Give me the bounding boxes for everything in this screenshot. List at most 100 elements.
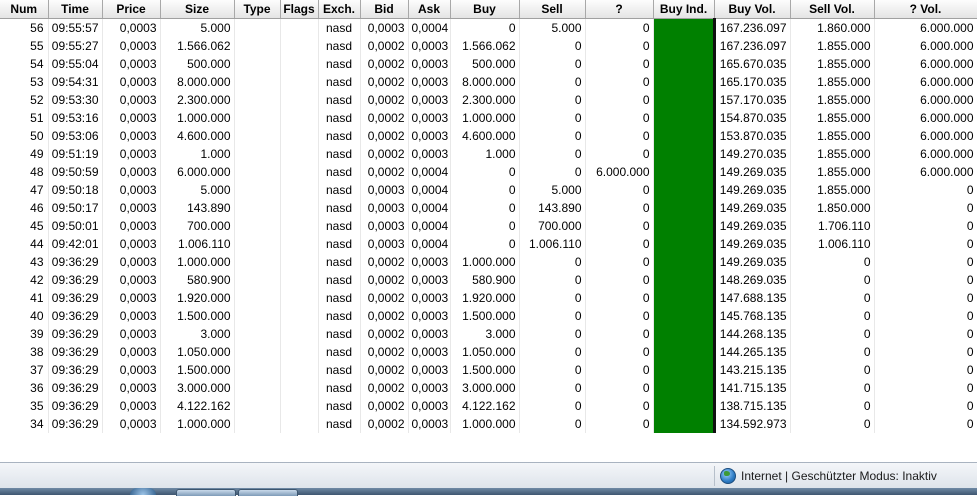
cell-unknown-vol: 6.000.000	[874, 145, 977, 163]
cell-size: 4.122.162	[160, 397, 235, 415]
table-row[interactable]: 49 09:51:19 0,0003 1.000 nasd 0,0002 0,0003 1.0…	[0, 145, 977, 163]
cell-sell: 0	[519, 127, 586, 145]
col-header-sell-vol[interactable]: Sell Vol.	[790, 0, 875, 19]
zone-label: Internet | Geschützter Modus: Inaktiv	[741, 469, 937, 483]
table-row[interactable]: 50 09:53:06 0,0003 4.600.000 nasd 0,0002 0,000…	[0, 127, 977, 145]
cell-buy-vol: 153.870.035	[714, 127, 791, 145]
cell-exch: nasd	[318, 181, 361, 199]
cell-price: 0,0003	[102, 397, 161, 415]
table-row[interactable]: 45 09:50:01 0,0003 700.000 nasd 0,0003 0,0004 0…	[0, 217, 977, 235]
cell-num: 36	[0, 379, 49, 397]
cell-sell-vol: 0	[790, 325, 875, 343]
cell-buy-vol: 149.269.035	[714, 235, 791, 253]
cell-buy: 1.566.062	[450, 37, 520, 55]
cell-type	[234, 127, 281, 145]
cell-unknown-vol: 0	[874, 199, 977, 217]
cell-flags	[280, 37, 319, 55]
col-header-bid[interactable]: Bid	[360, 0, 409, 19]
cell-unknown: 0	[585, 145, 654, 163]
cell-exch: nasd	[318, 55, 361, 73]
col-header-buy[interactable]: Buy	[450, 0, 520, 19]
table-row[interactable]: 44 09:42:01 0,0003 1.006.110 nasd 0,0003 0,000…	[0, 235, 977, 253]
security-zone[interactable]: Internet | Geschützter Modus: Inaktiv	[720, 463, 937, 489]
cell-flags	[280, 343, 319, 361]
cell-buy-ind	[653, 109, 716, 127]
table-row[interactable]: 56 09:55:57 0,0003 5.000 nasd 0,0003 0,0004 0 5.…	[0, 18, 977, 37]
col-header-time[interactable]: Time	[48, 0, 103, 19]
table-row[interactable]: 51 09:53:16 0,0003 1.000.000 nasd 0,0002 0,000…	[0, 109, 977, 127]
cell-exch: nasd	[318, 163, 361, 181]
cell-bid: 0,0002	[360, 271, 409, 289]
table-row[interactable]: 39 09:36:29 0,0003 3.000 nasd 0,0002 0,0003 3.0…	[0, 325, 977, 343]
table-row[interactable]: 43 09:36:29 0,0003 1.000.000 nasd 0,0002 0,000…	[0, 253, 977, 271]
cell-buy-vol: 144.268.135	[714, 325, 791, 343]
cell-bid: 0,0002	[360, 397, 409, 415]
cell-flags	[280, 199, 319, 217]
col-header-buy-ind[interactable]: Buy Ind.	[653, 0, 715, 19]
table-row[interactable]: 35 09:36:29 0,0003 4.122.162 nasd 0,0002 0,000…	[0, 397, 977, 415]
cell-unknown: 0	[585, 253, 654, 271]
cell-flags	[280, 55, 319, 73]
cell-ask: 0,0004	[408, 217, 451, 235]
table-row[interactable]: 54 09:55:04 0,0003 500.000 nasd 0,0002 0,0003 5…	[0, 55, 977, 73]
table-row[interactable]: 37 09:36:29 0,0003 1.500.000 nasd 0,0002 0,000…	[0, 361, 977, 379]
cell-bid: 0,0002	[360, 307, 409, 325]
cell-bid: 0,0003	[360, 18, 409, 37]
col-header-unknown[interactable]: ?	[585, 0, 654, 19]
cell-ask: 0,0003	[408, 343, 451, 361]
cell-buy-ind	[653, 271, 716, 289]
cell-bid: 0,0002	[360, 379, 409, 397]
cell-num: 39	[0, 325, 49, 343]
cell-buy: 3.000	[450, 325, 520, 343]
col-header-ask[interactable]: Ask	[408, 0, 451, 19]
cell-time: 09:36:29	[48, 343, 103, 361]
cell-type	[234, 55, 281, 73]
table-row[interactable]: 55 09:55:27 0,0003 1.566.062 nasd 0,0002 0,000…	[0, 37, 977, 55]
cell-sell: 0	[519, 73, 586, 91]
table-row[interactable]: 46 09:50:17 0,0003 143.890 nasd 0,0003 0,0004 0…	[0, 199, 977, 217]
table-row[interactable]: 40 09:36:29 0,0003 1.500.000 nasd 0,0002 0,000…	[0, 307, 977, 325]
cell-buy-ind	[653, 145, 716, 163]
cell-type	[234, 145, 281, 163]
cell-unknown-vol: 0	[874, 217, 977, 235]
cell-num: 47	[0, 181, 49, 199]
cell-unknown: 0	[585, 181, 654, 199]
trades-body: 56 09:55:57 0,0003 5.000 nasd 0,0003 0,0004 0 5.…	[0, 18, 977, 433]
cell-buy-ind	[653, 415, 716, 433]
start-orb-icon[interactable]	[130, 488, 156, 495]
cell-buy-vol: 149.270.035	[714, 145, 791, 163]
cell-sell-vol: 0	[790, 271, 875, 289]
table-row[interactable]: 34 09:36:29 0,0003 1.000.000 nasd 0,0002 0,000…	[0, 415, 977, 433]
col-header-buy-vol[interactable]: Buy Vol.	[714, 0, 791, 19]
col-header-price[interactable]: Price	[102, 0, 161, 19]
col-header-size[interactable]: Size	[160, 0, 235, 19]
cell-sell-vol: 1.855.000	[790, 55, 875, 73]
table-row[interactable]: 52 09:53:30 0,0003 2.300.000 nasd 0,0002 0,000…	[0, 91, 977, 109]
col-header-sell[interactable]: Sell	[519, 0, 586, 19]
cell-ask: 0,0003	[408, 307, 451, 325]
cell-unknown: 0	[585, 55, 654, 73]
col-header-flags[interactable]: Flags	[280, 0, 319, 19]
cell-sell-vol: 1.855.000	[790, 181, 875, 199]
table-row[interactable]: 42 09:36:29 0,0003 580.900 nasd 0,0002 0,0003 5…	[0, 271, 977, 289]
col-header-num[interactable]: Num	[0, 0, 49, 19]
cell-size: 580.900	[160, 271, 235, 289]
cell-buy-ind	[653, 235, 716, 253]
table-row[interactable]: 47 09:50:18 0,0003 5.000 nasd 0,0003 0,0004 0 5.…	[0, 181, 977, 199]
col-header-exch[interactable]: Exch.	[318, 0, 361, 19]
cell-size: 1.000.000	[160, 415, 235, 433]
cell-size: 6.000.000	[160, 163, 235, 181]
table-row[interactable]: 36 09:36:29 0,0003 3.000.000 nasd 0,0002 0,000…	[0, 379, 977, 397]
table-row[interactable]: 41 09:36:29 0,0003 1.920.000 nasd 0,0002 0,000…	[0, 289, 977, 307]
col-header-unknown-vol[interactable]: ? Vol.	[874, 0, 977, 19]
cell-size: 3.000.000	[160, 379, 235, 397]
col-header-type[interactable]: Type	[234, 0, 281, 19]
table-row[interactable]: 53 09:54:31 0,0003 8.000.000 nasd 0,0002 0,000…	[0, 73, 977, 91]
cell-buy-ind	[653, 289, 716, 307]
cell-num: 54	[0, 55, 49, 73]
cell-sell-vol: 0	[790, 397, 875, 415]
table-row[interactable]: 48 09:50:59 0,0003 6.000.000 nasd 0,0002 0,000…	[0, 163, 977, 181]
cell-price: 0,0003	[102, 37, 161, 55]
cell-bid: 0,0002	[360, 343, 409, 361]
table-row[interactable]: 38 09:36:29 0,0003 1.050.000 nasd 0,0002 0,000…	[0, 343, 977, 361]
